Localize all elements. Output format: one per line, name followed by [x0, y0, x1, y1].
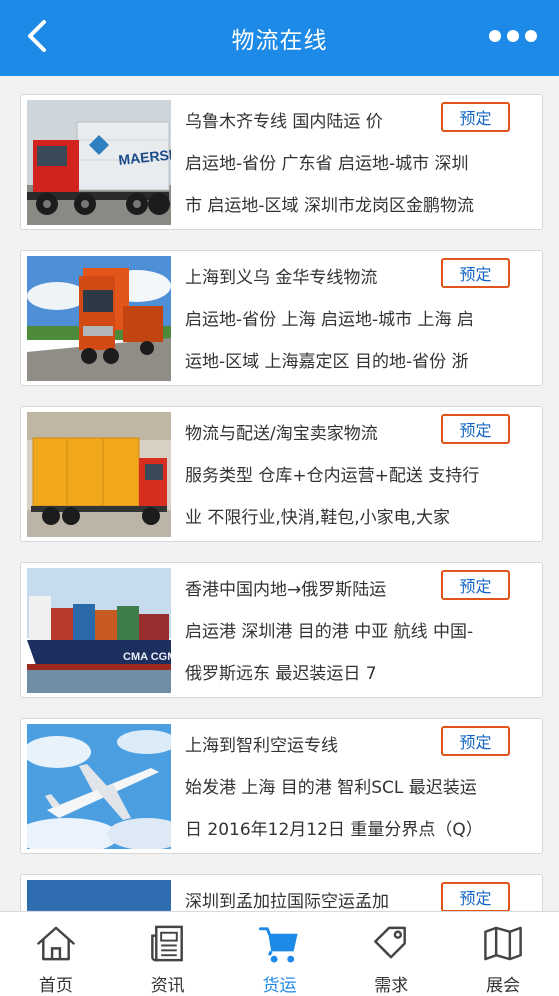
listing-detail: 启运地-省份 上海 启运地-城市 上海 启 [185, 310, 474, 330]
container-truck-image: MAERSK [27, 100, 171, 225]
tab-label: 展会 [486, 976, 521, 996]
bottom-tab-bar: 首页 资讯 货运 需求 展会 [0, 911, 559, 996]
listing-title: 上海到义乌 金华专线物流 [185, 268, 378, 288]
tab-news[interactable]: 资讯 [112, 912, 224, 996]
chevron-left-icon [28, 20, 46, 52]
home-icon [37, 926, 75, 961]
more-button[interactable] [487, 26, 537, 46]
tab-exhibition[interactable]: 展会 [447, 912, 559, 996]
tab-label: 资讯 [150, 976, 185, 996]
more-dot [507, 30, 519, 42]
listing-detail: 启运港 深圳港 目的港 中亚 航线 中国- [185, 622, 474, 642]
tab-freight[interactable]: 货运 [224, 912, 336, 996]
top-bar: 物流在线 [0, 0, 559, 76]
listing-detail: 运地-区域 上海嘉定区 目的地-省份 浙 [185, 352, 469, 372]
book-button[interactable]: 预定 [441, 102, 510, 132]
listing-detail: 服务类型 仓库+仓内运营+配送 支持行 [185, 466, 480, 486]
more-dots-icon [489, 30, 501, 42]
listing-detail: 启运地-省份 广东省 启运地-城市 深圳 [185, 154, 469, 174]
orange-truck-road-image [27, 256, 171, 381]
book-button[interactable]: 预定 [441, 414, 510, 444]
list-item[interactable]: CMA CGM 香港中国内地→俄罗斯陆运 启运港 深圳港 目的港 中亚 航线 中… [20, 562, 543, 698]
container-ship-image: CMA CGM [27, 568, 171, 693]
blue-sky-image [27, 880, 171, 911]
airplane-sky-image [27, 724, 171, 849]
svg-text:CMA CGM: CMA CGM [123, 651, 171, 663]
listing-detail: 始发港 上海 目的港 智利SCL 最迟装运 [185, 778, 477, 798]
book-button[interactable]: 预定 [441, 882, 510, 911]
book-button[interactable]: 预定 [441, 258, 510, 288]
listing-detail: 俄罗斯远东 最迟装运日 7 [185, 664, 377, 684]
listing-title: 物流与配送/淘宝卖家物流 [185, 424, 378, 444]
yellow-box-truck-image [27, 412, 171, 537]
book-button[interactable]: 预定 [441, 570, 510, 600]
tab-home[interactable]: 首页 [0, 912, 112, 996]
map-icon [484, 926, 522, 961]
news-icon [150, 925, 183, 962]
tag-icon [374, 926, 407, 959]
book-button[interactable]: 预定 [441, 726, 510, 756]
page-title: 物流在线 [231, 28, 328, 54]
listing-list: MAERSK 乌鲁木齐专线 国内陆运 价 启运地-省份 广东省 启运地-城市 深… [0, 76, 559, 911]
tab-label: 需求 [374, 976, 409, 996]
listing-title: 上海到智利空运专线 [185, 736, 338, 756]
list-item[interactable]: 物流与配送/淘宝卖家物流 服务类型 仓库+仓内运营+配送 支持行 业 不限行业,… [20, 406, 543, 542]
list-item[interactable]: MAERSK 乌鲁木齐专线 国内陆运 价 启运地-省份 广东省 启运地-城市 深… [20, 94, 543, 230]
cart-icon [259, 927, 299, 963]
tab-label: 货运 [262, 976, 297, 996]
listing-detail: 日 2016年12月12日 重量分界点（Q） [185, 820, 483, 840]
list-item[interactable]: 上海到智利空运专线 始发港 上海 目的港 智利SCL 最迟装运 日 2016年1… [20, 718, 543, 854]
listing-title: 深圳到孟加拉国际空运孟加 [185, 892, 389, 911]
tab-label: 首页 [38, 976, 73, 996]
more-dot [525, 30, 537, 42]
list-item[interactable]: 深圳到孟加拉国际空运孟加 预定 [20, 874, 543, 911]
listing-title: 香港中国内地→俄罗斯陆运 [185, 580, 387, 600]
back-button[interactable] [16, 16, 56, 56]
tab-demand[interactable]: 需求 [335, 912, 447, 996]
listing-title: 乌鲁木齐专线 国内陆运 价 [185, 112, 383, 132]
list-item[interactable]: 上海到义乌 金华专线物流 启运地-省份 上海 启运地-城市 上海 启 运地-区域… [20, 250, 543, 386]
listing-detail: 市 启运地-区域 深圳市龙岗区金鹏物流 [185, 196, 474, 216]
listing-detail: 业 不限行业,快消,鞋包,小家电,大家 [185, 508, 451, 528]
